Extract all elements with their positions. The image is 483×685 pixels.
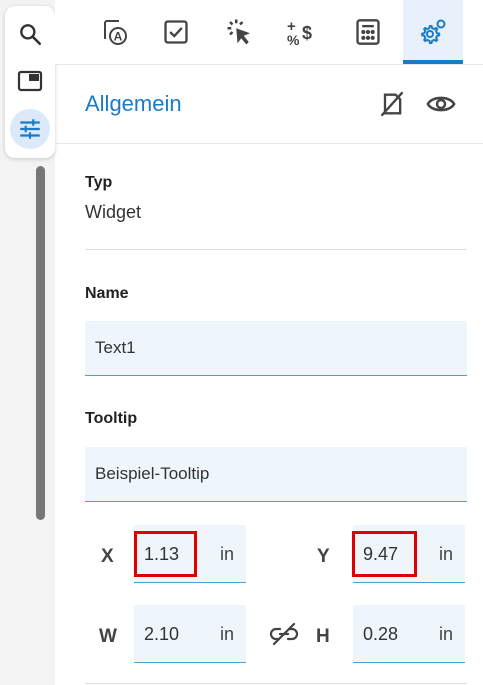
left-rail-card: [5, 6, 55, 158]
w-value: 2.10: [144, 624, 180, 644]
svg-text:$: $: [302, 23, 312, 43]
toolbar-calculation-button[interactable]: +% $: [273, 0, 333, 64]
checkbox-icon: [164, 20, 188, 44]
search-button[interactable]: [11, 15, 49, 53]
tune-button[interactable]: [10, 109, 50, 149]
hide-print-button[interactable]: [377, 89, 407, 119]
name-field[interactable]: [85, 321, 467, 376]
toolbar-settings-button[interactable]: [403, 0, 463, 64]
w-unit: in: [219, 624, 234, 644]
search-icon: [20, 24, 42, 46]
eye-icon: [426, 96, 456, 112]
name-label: Name: [85, 285, 129, 302]
w-field[interactable]: 2.10 in: [134, 605, 246, 663]
calculation-icon: +% $: [287, 18, 312, 47]
properties-panel: Allgemein Typ Widget Name Tooltip X 1.13…: [55, 65, 483, 685]
y-value-highlight: [352, 531, 417, 577]
y-unit: in: [438, 544, 453, 564]
tooltip-field[interactable]: [85, 447, 467, 502]
window-icon: [17, 70, 43, 92]
toolbar-calculator-button[interactable]: [338, 0, 398, 64]
tune-icon: [20, 119, 40, 139]
link-off-icon: [269, 622, 299, 646]
gear-icon: [421, 19, 446, 44]
toolbar-checkbox-button[interactable]: [146, 0, 206, 64]
w-label: W: [99, 626, 117, 647]
x-value-highlight: [134, 531, 197, 577]
visibility-button[interactable]: [426, 89, 456, 119]
header-separator: [55, 143, 483, 144]
aspect-link-button[interactable]: [268, 620, 300, 648]
type-value: Widget: [85, 202, 142, 222]
type-label: Typ: [85, 174, 113, 191]
h-unit: in: [438, 624, 453, 644]
click-icon: [227, 19, 250, 45]
h-value: 0.28: [363, 624, 399, 644]
rail-scrollbar[interactable]: [36, 166, 45, 520]
y-label: Y: [317, 546, 330, 567]
x-unit: in: [219, 544, 234, 564]
h-label: H: [316, 626, 330, 647]
svg-text:A: A: [114, 30, 123, 44]
h-field[interactable]: 0.28 in: [353, 605, 465, 663]
top-toolbar: A +% $: [55, 0, 483, 65]
no-print-icon: [380, 91, 404, 117]
window-button[interactable]: [11, 62, 49, 100]
text-field-icon: A: [104, 20, 127, 45]
geometry-divider: [85, 683, 467, 684]
tooltip-label: Tooltip: [85, 410, 138, 427]
svg-text:%: %: [287, 32, 300, 47]
x-label: X: [101, 546, 114, 567]
calculator-icon: [356, 19, 380, 45]
section-title: Allgemein: [85, 91, 182, 116]
toolbar-click-button[interactable]: [210, 0, 270, 64]
type-divider: [85, 249, 467, 250]
toolbar-text-field-button[interactable]: A: [84, 0, 144, 64]
